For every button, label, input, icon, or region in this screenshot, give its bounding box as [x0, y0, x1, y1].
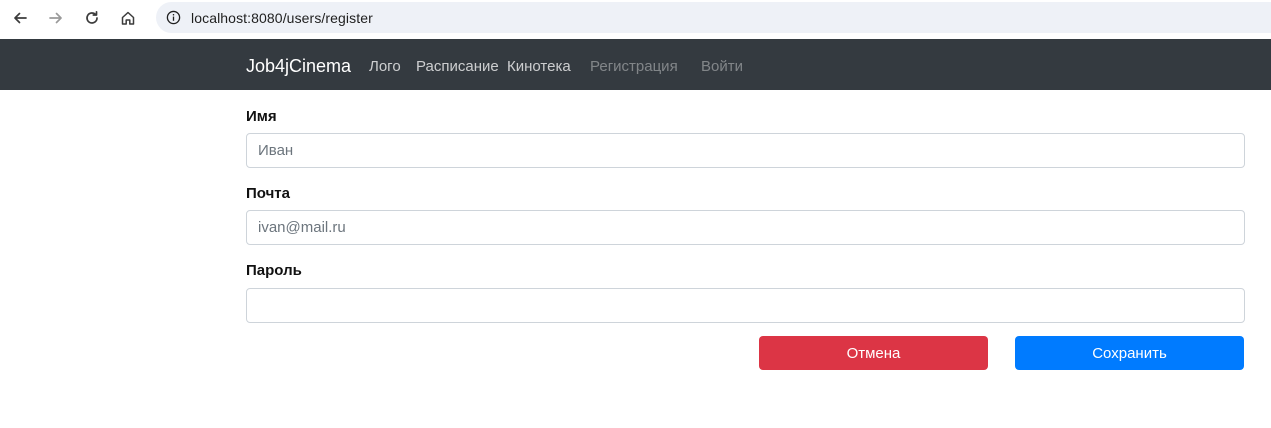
reload-icon[interactable] — [81, 7, 103, 29]
navbar: Job4jCinema Лого Расписание Кинотека Рег… — [0, 39, 1271, 90]
nav-link-login[interactable]: Войти — [701, 58, 743, 75]
nav-link-film-library[interactable]: Кинотека — [507, 58, 571, 75]
forward-arrow-icon[interactable] — [45, 7, 67, 29]
home-icon[interactable] — [117, 7, 139, 29]
password-input[interactable] — [246, 288, 1245, 323]
name-input[interactable] — [246, 133, 1245, 168]
url-text: localhost:8080/users/register — [191, 9, 373, 26]
browser-toolbar: localhost:8080/users/register — [0, 0, 1271, 38]
cancel-button[interactable]: Отмена — [759, 336, 988, 370]
navbar-brand[interactable]: Job4jCinema — [246, 56, 351, 77]
email-input[interactable] — [246, 210, 1245, 245]
nav-link-schedule[interactable]: Расписание — [416, 58, 499, 75]
back-arrow-icon[interactable] — [9, 7, 31, 29]
address-bar[interactable]: localhost:8080/users/register — [156, 2, 1271, 33]
nav-link-logo[interactable]: Лого — [369, 58, 401, 75]
site-info-icon[interactable] — [165, 10, 181, 26]
password-label: Пароль — [246, 262, 302, 279]
save-button[interactable]: Сохранить — [1015, 336, 1244, 370]
nav-link-registration[interactable]: Регистрация — [590, 58, 678, 75]
name-label: Имя — [246, 108, 277, 125]
email-label: Почта — [246, 185, 290, 202]
